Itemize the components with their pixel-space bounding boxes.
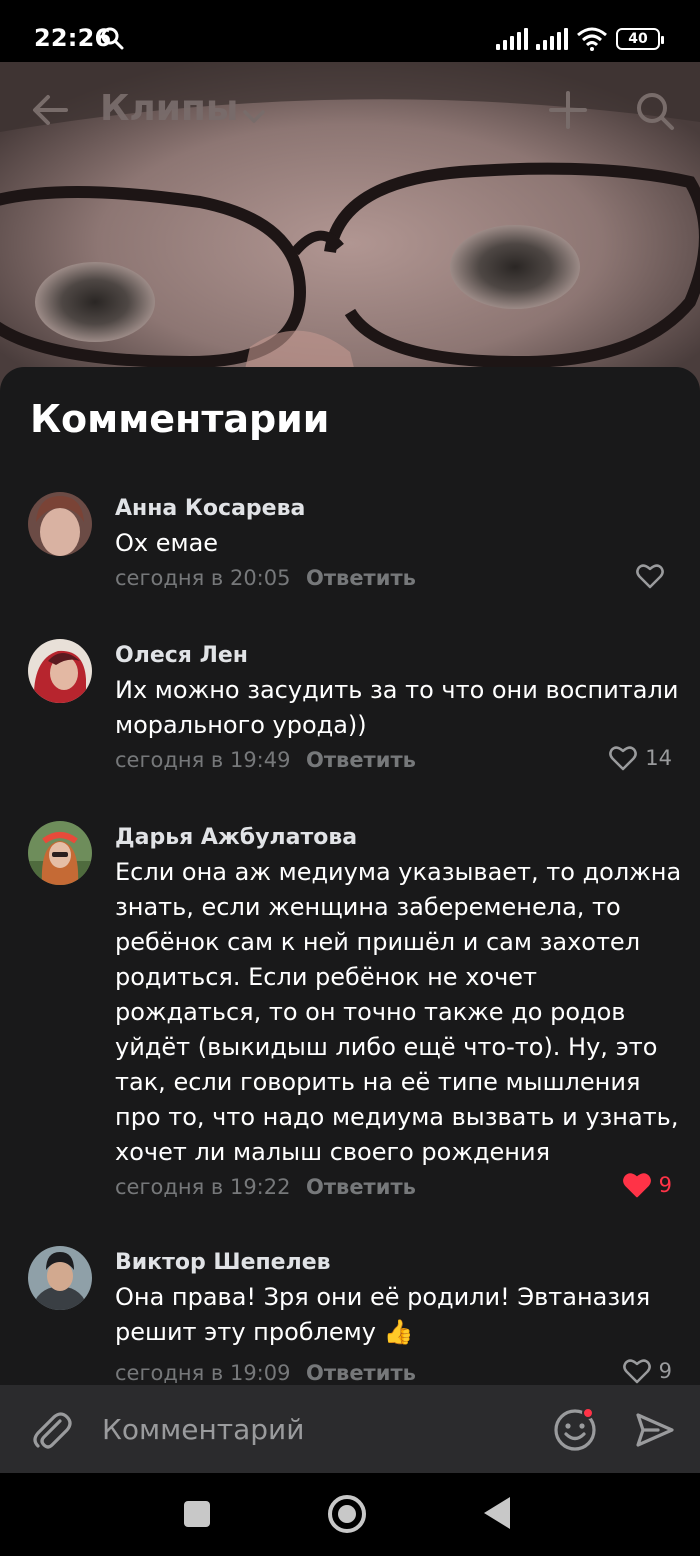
search-icon[interactable] (634, 90, 676, 132)
clips-header: Клипы (0, 62, 700, 162)
avatar[interactable] (28, 492, 92, 556)
search-icon (101, 27, 124, 50)
clips-title[interactable]: Клипы (100, 88, 238, 129)
wifi-icon (577, 27, 607, 51)
like-count: 14 (645, 746, 672, 770)
system-nav-bar (0, 1473, 700, 1556)
signal-icon (496, 28, 528, 50)
comment-input[interactable] (102, 1409, 522, 1449)
paperclip-icon[interactable] (30, 1407, 72, 1451)
plus-icon[interactable] (548, 90, 588, 130)
comment-text: Ох емае (115, 529, 219, 557)
recents-square-icon[interactable] (184, 1501, 210, 1527)
comment-text: Если она аж медиума указывает, то должна… (115, 858, 682, 1166)
signal-icon (536, 28, 568, 50)
like-button[interactable] (636, 563, 672, 589)
like-button[interactable]: 9 (622, 1358, 672, 1384)
comment-author[interactable]: Дарья Ажбулатова (115, 825, 357, 850)
comments-sheet: Комментарии Анна Косарева Ох емае сегодн… (0, 367, 700, 1385)
battery-icon: 40 (616, 28, 664, 50)
comment-text: Она права! Зря они её родили! Эвтаназия … (115, 1283, 651, 1346)
reply-button[interactable]: Ответить (306, 566, 416, 590)
like-count: 9 (658, 1173, 672, 1197)
like-button[interactable]: 14 (609, 745, 672, 771)
comment-composer (0, 1385, 700, 1473)
avatar[interactable] (28, 1246, 92, 1310)
battery-level: 40 (628, 31, 648, 47)
comment-time: сегодня в 20:05 (115, 566, 291, 590)
home-circle-icon[interactable] (328, 1495, 366, 1533)
comment-author[interactable]: Олеся Лен (115, 643, 248, 668)
send-icon[interactable] (634, 1409, 676, 1451)
heart-icon (636, 564, 664, 589)
like-button[interactable]: 9 (622, 1172, 672, 1198)
heart-icon (622, 1359, 651, 1384)
comment-text: Их можно засудить за то что они воспитал… (115, 676, 679, 739)
heart-icon (609, 746, 638, 771)
sheet-title: Комментарии (30, 397, 330, 441)
like-count: 9 (658, 1359, 672, 1383)
comment-time: сегодня в 19:49 (115, 748, 291, 772)
comment-time: сегодня в 19:22 (115, 1175, 291, 1199)
reply-button[interactable]: Ответить (306, 748, 416, 772)
back-arrow-icon[interactable] (30, 90, 70, 130)
reply-button[interactable]: Ответить (306, 1175, 416, 1199)
back-triangle-icon[interactable] (484, 1497, 510, 1529)
avatar[interactable] (28, 821, 92, 885)
reply-button[interactable]: Ответить (306, 1361, 416, 1385)
comment-author[interactable]: Виктор Шепелев (115, 1250, 331, 1275)
chevron-down-icon[interactable] (240, 102, 268, 130)
comment-time: сегодня в 19:09 (115, 1361, 291, 1385)
comment-author[interactable]: Анна Косарева (115, 496, 305, 521)
avatar[interactable] (28, 639, 92, 703)
notification-dot (582, 1407, 594, 1419)
status-bar: 22:26 40 (0, 0, 700, 62)
status-icons: 40 (496, 26, 664, 52)
heart-filled-icon (622, 1173, 651, 1198)
